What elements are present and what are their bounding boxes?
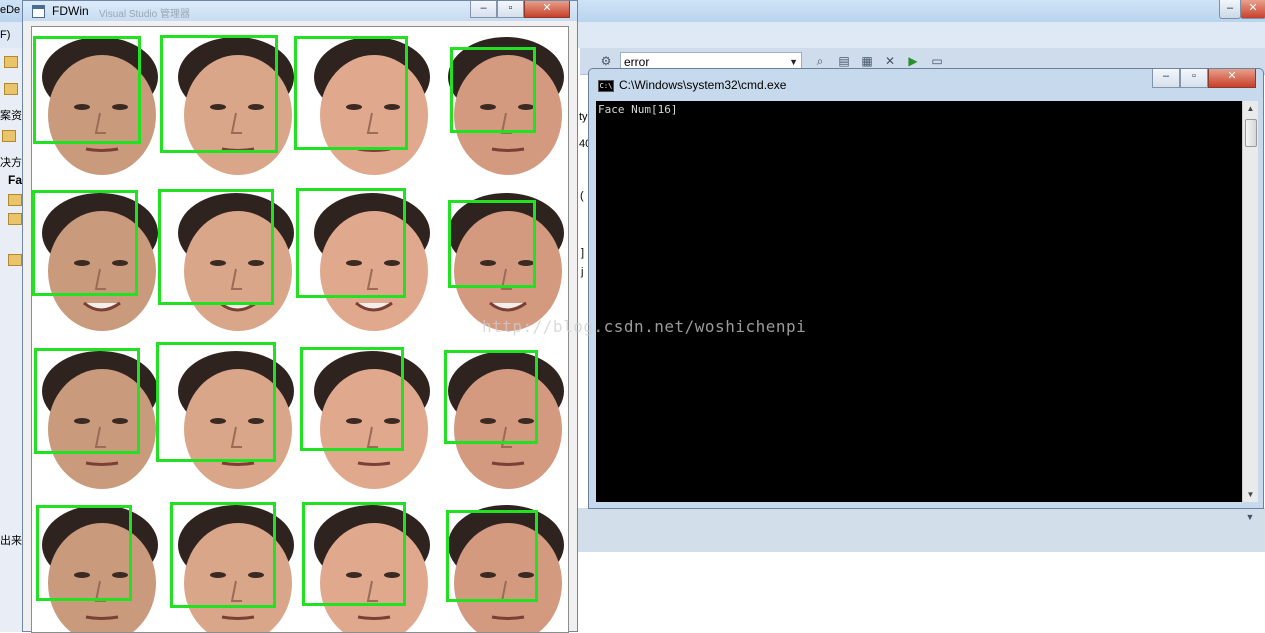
close-button[interactable]: ✕	[1208, 69, 1256, 88]
mouth-shape	[357, 461, 391, 466]
mouth-shape	[357, 615, 391, 620]
properties-icon[interactable]: ▤	[836, 53, 852, 69]
bottom-panel-fragment: 出来	[0, 535, 22, 547]
maximize-button[interactable]: ▫	[1180, 69, 1208, 88]
editor-fragment: ty	[579, 111, 588, 123]
editor-fragment: ]	[581, 247, 585, 259]
output-panel-header	[578, 508, 1265, 552]
object-browser-icon[interactable]: ▦	[859, 53, 875, 69]
minimize-button[interactable]: –	[1152, 69, 1180, 88]
chevron-down-icon[interactable]: ▼	[1242, 509, 1258, 525]
cmd-icon: C:\	[598, 80, 614, 92]
command-window-icon[interactable]: ▭	[929, 53, 945, 69]
face-detection-box	[446, 510, 538, 602]
face-detection-box	[294, 36, 408, 150]
folder-icon[interactable]	[8, 254, 22, 266]
fdwin-title: FDWin	[52, 4, 89, 18]
find-icon[interactable]: ⌕	[812, 53, 828, 69]
build-icon[interactable]: ⚙	[598, 53, 614, 69]
face-detection-box	[33, 36, 141, 144]
background-window-title: Visual Studio 管理器	[99, 9, 190, 20]
face-detection-box	[444, 350, 538, 444]
maximize-button[interactable]: ▫	[497, 1, 524, 18]
face-detection-box	[300, 347, 404, 451]
close-button[interactable]: ✕	[524, 1, 570, 18]
face-detection-box	[448, 200, 536, 288]
vs-close-button[interactable]: ✕	[1240, 0, 1265, 19]
vs-minimize-button[interactable]: –	[1219, 0, 1241, 19]
vs-title-fragment: eDe	[0, 4, 21, 16]
mouth-shape	[221, 615, 255, 620]
toolbar-icon[interactable]	[4, 83, 18, 95]
face-detection-box	[160, 35, 278, 153]
mouth-shape	[85, 461, 119, 466]
face-detection-box	[296, 188, 406, 298]
project-node-label[interactable]: Fa	[8, 173, 22, 187]
tools-icon[interactable]: ✕	[882, 53, 898, 69]
mouth-shape	[85, 147, 119, 152]
mouth-shape	[491, 147, 525, 152]
mouth-shape	[221, 461, 255, 466]
toolbar-icon[interactable]	[4, 56, 18, 68]
combo-value: error	[624, 55, 650, 69]
face-detection-box	[302, 502, 406, 606]
face-detection-box	[158, 189, 274, 305]
vs-menu-fragment[interactable]: F)	[0, 29, 10, 41]
folder-icon[interactable]	[8, 213, 22, 225]
face-detection-box	[36, 505, 132, 601]
console-output-text: Face Num[16]	[598, 103, 678, 116]
face-detection-box	[170, 502, 276, 608]
editor-fragment: j	[581, 266, 584, 278]
left-panel-fragment: 决方	[0, 157, 22, 169]
fdwin-window: FDWin Visual Studio 管理器 – ▫ ✕	[22, 0, 578, 633]
window-icon	[32, 5, 45, 18]
folder-icon[interactable]	[8, 194, 22, 206]
mouth-shape	[491, 461, 525, 466]
cmd-window: C:\ C:\Windows\system32\cmd.exe – ▫ ✕ Fa…	[588, 68, 1264, 509]
scroll-thumb[interactable]	[1245, 119, 1257, 147]
face-detection-box	[450, 47, 536, 133]
vertical-scrollbar[interactable]: ▲ ▼	[1242, 101, 1258, 502]
console-output-area[interactable]: Face Num[16]	[596, 101, 1242, 502]
face-detection-box	[32, 190, 138, 296]
face-detection-box	[156, 342, 276, 462]
editor-fragment: (	[580, 190, 584, 202]
left-panel-fragment: 案资	[0, 110, 22, 122]
mouth-shape	[491, 615, 525, 620]
start-icon[interactable]: ▶	[905, 53, 921, 69]
cmd-title: C:\Windows\system32\cmd.exe	[619, 78, 787, 92]
minimize-button[interactable]: –	[470, 1, 497, 18]
face-detection-box	[34, 348, 140, 454]
scroll-down-icon[interactable]: ▼	[1243, 487, 1258, 502]
watermark: http://blog.csdn.net/woshichenpi	[482, 317, 807, 336]
scroll-up-icon[interactable]: ▲	[1243, 101, 1258, 116]
mouth-shape	[85, 615, 119, 620]
toolbar-icon[interactable]	[2, 130, 16, 142]
